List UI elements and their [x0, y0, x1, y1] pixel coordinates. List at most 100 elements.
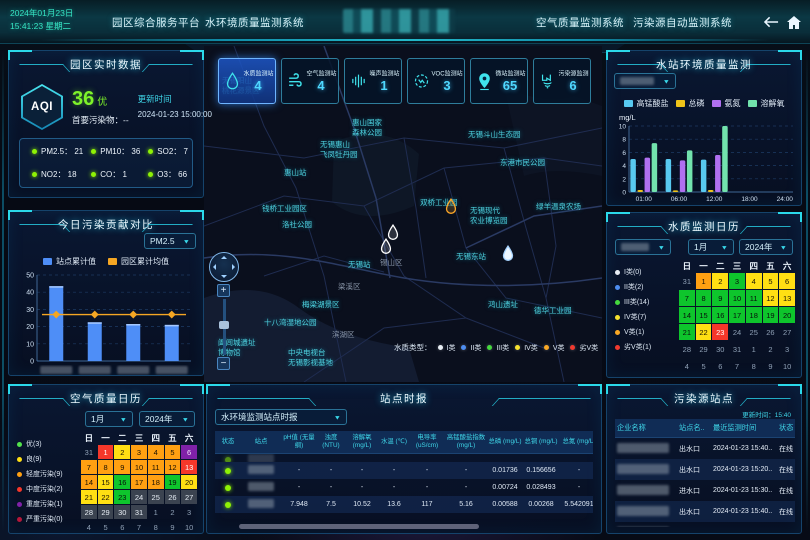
- map-poi-label: 无锡现代农业博览园: [470, 206, 508, 226]
- pollutant-selector-dropdown[interactable]: PM2.5▼: [144, 233, 196, 249]
- zoom-slider-handle[interactable]: [219, 321, 229, 329]
- redacted-text: [248, 454, 274, 462]
- panel-water-calendar: 水质监测日历 ▼ 1月▼ 2024年▼ I类(0)II类(2)III类(14)I…: [606, 212, 802, 378]
- table-cell: 5.16: [445, 501, 487, 508]
- water-class-legend-item: V类(1): [615, 327, 675, 337]
- svg-text:10: 10: [619, 124, 627, 131]
- legend-label: 良(9): [26, 454, 42, 464]
- station-filter-water-drop[interactable]: 水质监测站4: [218, 58, 276, 104]
- calendar-day: 7: [679, 290, 695, 306]
- month-dropdown[interactable]: 1月▼: [688, 239, 734, 255]
- pan-up-arrow-icon[interactable]: [221, 256, 227, 259]
- year-dropdown[interactable]: 2024年▼: [139, 411, 195, 427]
- station-selector-dropdown[interactable]: ▼: [615, 239, 671, 255]
- svg-text:18:00: 18:00: [741, 196, 758, 203]
- panel-title: 站点时报: [376, 391, 432, 406]
- label-line: 十八湾湿地公园: [264, 318, 317, 328]
- table-row[interactable]: 出水口2024-01-23 15:40..在线: [615, 438, 795, 459]
- month-dropdown[interactable]: 1月▼: [85, 411, 133, 427]
- table-row[interactable]: 出水口2024-01-23 15:40..在线: [615, 501, 795, 522]
- monitor-time-cell: 2024-01-23 15:30..: [713, 487, 779, 494]
- water-chart-legend-item: 高锰酸盐: [624, 98, 669, 109]
- station-filter-voc-circle[interactable]: VOC监测站3: [407, 58, 465, 104]
- svg-text:40: 40: [26, 290, 34, 297]
- weekday-header: 四: [746, 259, 762, 272]
- map-legend-item: 劣V类: [570, 343, 598, 353]
- water-drop-icon: [224, 70, 241, 92]
- calendar-day: 14: [81, 475, 97, 489]
- station-filter-wind[interactable]: 空气监测站4: [281, 58, 339, 104]
- svg-text:4: 4: [622, 163, 626, 170]
- nav-tab-water-system[interactable]: 水环境质量监测系统: [205, 15, 304, 30]
- table-row[interactable]: 7.9487.510.5213.61175.160.005880.002685.…: [215, 496, 593, 513]
- table-row[interactable]: 出水口2024-01-23 15:20..在线: [615, 459, 795, 480]
- contribution-legend: 站点累计值园区累计均值: [9, 256, 203, 267]
- nav-tab-park-platform[interactable]: 园区综合服务平台: [112, 15, 200, 30]
- table-row[interactable]: ------0.007240.028493--: [215, 479, 593, 496]
- station-filter-noise-wave[interactable]: 噪声监测站1: [344, 58, 402, 104]
- label-line: 无锡斗山生态园: [468, 130, 521, 140]
- home-icon[interactable]: [785, 13, 803, 31]
- legend-label: 园区累计均值: [121, 256, 169, 267]
- table-row[interactable]: [215, 454, 593, 462]
- station-count: 65: [503, 79, 517, 93]
- zoom-out-button[interactable]: −: [217, 357, 230, 370]
- table-cell: -: [409, 484, 445, 491]
- station-type-label: 污染源监测: [558, 70, 588, 79]
- contribution-legend-item: 园区累计均值: [108, 256, 169, 267]
- metric-text: PM10： 36: [100, 146, 140, 157]
- table-row[interactable]: ------0.017360.156656--: [215, 462, 593, 479]
- table-row[interactable]: 进水口2024-01-23 15:40..在线: [615, 522, 795, 527]
- water-class-legend-item: II类(2): [615, 282, 675, 292]
- map-container[interactable]: + − 水质类型： I类II类III类IV类V类劣V类 水质监测站4空气监测站4…: [204, 46, 602, 382]
- station-count: 1: [380, 79, 387, 93]
- zoom-in-button[interactable]: +: [217, 284, 230, 297]
- system-logo-redacted: [343, 9, 455, 33]
- table-row[interactable]: 进水口2024-01-23 15:30..在线: [615, 480, 795, 501]
- water-station-marker-blue[interactable]: [502, 245, 515, 267]
- station-port-cell: 出水口: [679, 465, 713, 475]
- table-cell: 7.5: [317, 501, 345, 508]
- station-filter-location-pin[interactable]: 微站监测站65: [470, 58, 528, 104]
- water-station-marker-white[interactable]: [380, 238, 393, 260]
- green-status-dot: [91, 172, 96, 177]
- nav-tab-pollution-system[interactable]: 污染源自动监测系统: [633, 15, 732, 30]
- back-arrow-icon[interactable]: [762, 13, 780, 31]
- year-dropdown[interactable]: 2024年▼: [739, 239, 793, 255]
- map-pan-control[interactable]: [209, 252, 239, 282]
- table-cell: 7.948: [281, 501, 317, 508]
- map-poi-label: 惠山国家森林公园: [352, 118, 382, 138]
- nav-tab-air-system[interactable]: 空气质量监测系统: [536, 15, 624, 30]
- calendar-day: 6: [779, 273, 795, 289]
- header-date: 2024年01月23日: [10, 7, 73, 20]
- status-cell: 在线: [779, 507, 795, 517]
- table-cell: -: [559, 484, 593, 491]
- table-header-row: 企业名称站点名..最近监测时间状态: [615, 419, 795, 438]
- legend-swatch: [615, 345, 620, 350]
- legend-label: IV类: [524, 343, 538, 353]
- pan-left-arrow-icon[interactable]: [213, 264, 216, 270]
- pan-right-arrow-icon[interactable]: [232, 264, 235, 270]
- calendar-day: 31: [729, 341, 745, 357]
- calendar-day: 2: [763, 341, 779, 357]
- water-class-legend-item: 劣V类(1): [615, 342, 675, 352]
- calendar-day: 27: [181, 490, 197, 504]
- calendar-day: 19: [165, 475, 181, 489]
- legend-swatch: [17, 442, 22, 447]
- calendar-day: 17: [729, 307, 745, 323]
- station-filter-pollution-outlet[interactable]: 污染源监测6: [533, 58, 591, 104]
- calendar-day: 26: [763, 324, 779, 340]
- legend-label: III类(14): [624, 297, 649, 307]
- station-selector-dropdown[interactable]: ▼: [614, 73, 676, 89]
- calendar-day: 8: [696, 290, 712, 306]
- water-chart-legend-item: 总磷: [676, 98, 705, 109]
- redacted-text: [248, 482, 274, 491]
- report-type-dropdown[interactable]: 水环境监测站点时报▼: [215, 409, 347, 425]
- pan-down-arrow-icon[interactable]: [221, 275, 227, 278]
- green-status-dot: [148, 172, 153, 177]
- svg-text:20: 20: [26, 324, 34, 331]
- water-station-marker-orange[interactable]: [445, 198, 458, 220]
- legend-label: II类(2): [624, 282, 643, 292]
- calendar-day: 22: [696, 324, 712, 340]
- horizontal-scrollbar[interactable]: [239, 524, 479, 529]
